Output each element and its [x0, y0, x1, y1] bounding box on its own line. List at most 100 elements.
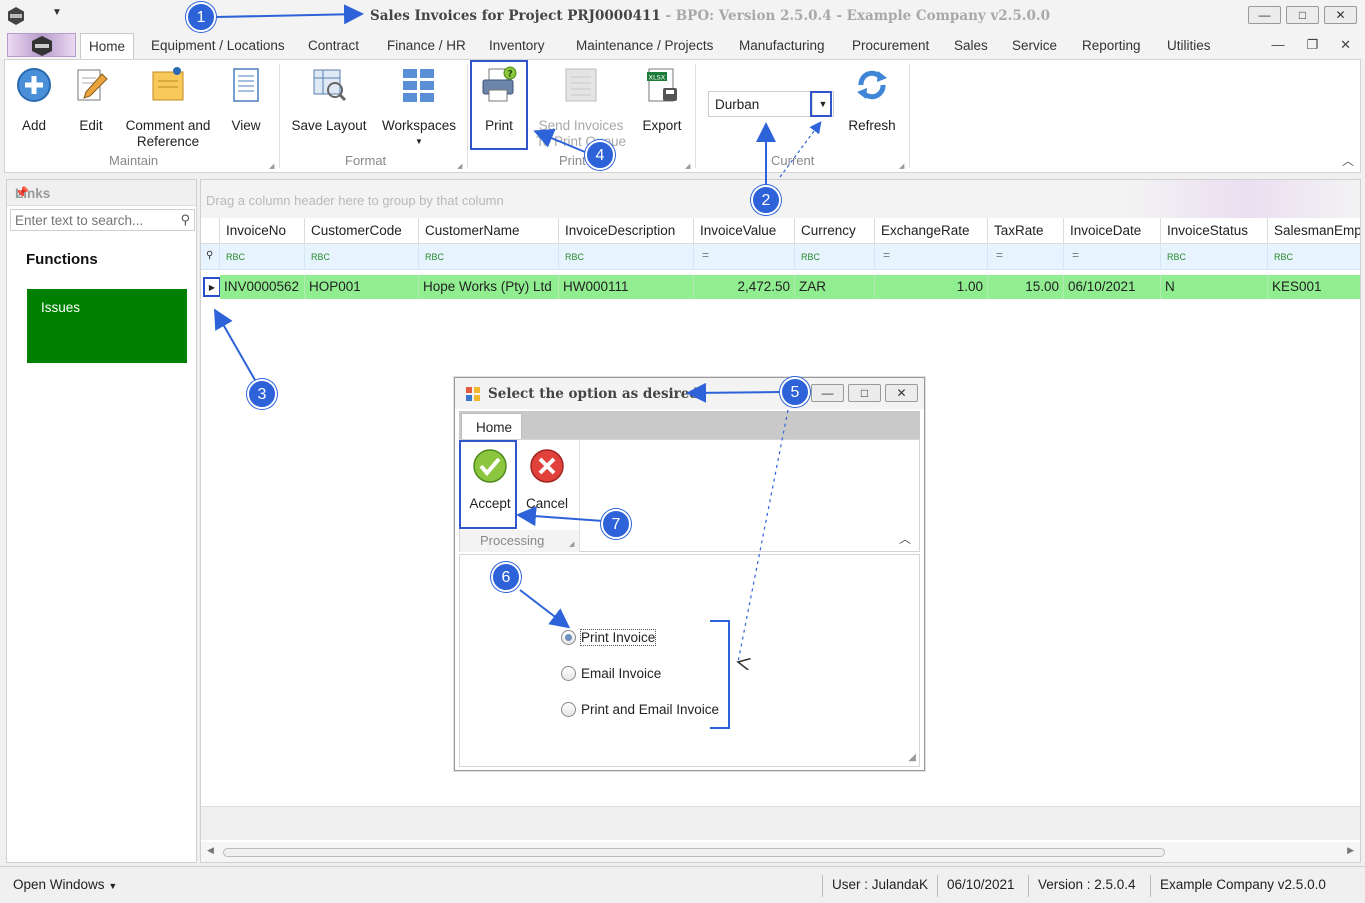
processing-launcher-icon[interactable]: ◢ — [569, 540, 574, 548]
filter-customername[interactable]: RBC — [419, 244, 559, 270]
quick-access-dropdown-icon[interactable]: ▼ — [52, 7, 62, 18]
dialog-collapse-ribbon-icon[interactable]: ︿ — [899, 530, 911, 547]
filter-invoiceno[interactable]: RBC — [220, 244, 305, 270]
issues-tile[interactable]: Issues — [27, 289, 187, 363]
mdi-restore-button[interactable]: ❐ — [1306, 37, 1318, 53]
radio-print-and-email-invoice[interactable]: Print and Email Invoice — [561, 702, 719, 717]
row-indicator-icon[interactable]: ▶ — [203, 277, 221, 297]
pin-icon[interactable]: 📌 — [15, 186, 186, 199]
cell-invoiceno[interactable]: INV0000562 — [220, 275, 305, 299]
dialog-minimize-button[interactable]: — — [811, 384, 844, 402]
radio-print-invoice-indicator[interactable] — [561, 630, 576, 645]
view-button[interactable]: View — [226, 66, 266, 134]
filter-invoicevalue[interactable]: = — [694, 244, 795, 270]
annotation-badge-6: 6 — [491, 562, 521, 592]
close-button[interactable]: ✕ — [1324, 6, 1357, 24]
resize-grip-icon[interactable]: ◢ — [908, 752, 916, 763]
filter-invoicestatus[interactable]: RBC — [1161, 244, 1268, 270]
open-windows-dropdown-icon: ▼ — [108, 881, 118, 891]
dialog-ribbon: Accept Cancel Processing ◢ ︿ — [459, 439, 920, 552]
minimize-button[interactable]: — — [1248, 6, 1281, 24]
mdi-close-button[interactable]: ✕ — [1340, 37, 1351, 53]
cell-customername[interactable]: Hope Works (Pty) Ltd — [419, 275, 559, 299]
filter-taxrate[interactable]: = — [988, 244, 1064, 270]
send-invoices-to-print-queue-button[interactable]: Send Invoices To Print Queue — [533, 66, 629, 150]
tab-utilities[interactable]: Utilities — [1167, 38, 1211, 53]
collapse-ribbon-icon[interactable]: ︿ — [1342, 152, 1354, 169]
maintain-group-launcher-icon[interactable]: ◢ — [269, 162, 274, 170]
tab-service[interactable]: Service — [1012, 38, 1057, 53]
cell-invoicedescription[interactable]: HW000111 — [559, 275, 694, 299]
column-header-salesmanemplno[interactable]: SalesmanEmplNo — [1268, 218, 1360, 244]
scrollbar-thumb[interactable] — [223, 848, 1165, 857]
group-by-panel[interactable]: Drag a column header here to group by th… — [201, 180, 1360, 218]
column-header-invoicestatus[interactable]: InvoiceStatus — [1161, 218, 1268, 244]
refresh-button[interactable]: Refresh — [843, 66, 901, 134]
column-header-exchangerate[interactable]: ExchangeRate — [875, 218, 988, 244]
print-group-launcher-icon[interactable]: ◢ — [685, 162, 690, 170]
format-group-launcher-icon[interactable]: ◢ — [457, 162, 462, 170]
workspaces-button[interactable]: Workspaces ▼ — [380, 66, 458, 150]
column-header-invoicedate[interactable]: InvoiceDate — [1064, 218, 1161, 244]
radio-print-and-email-indicator[interactable] — [561, 702, 576, 717]
add-button[interactable]: Add — [13, 66, 55, 134]
dialog-close-button[interactable]: ✕ — [885, 384, 918, 402]
cell-invoicevalue[interactable]: 2,472.50 — [694, 275, 795, 299]
tab-finance-hr[interactable]: Finance / HR — [387, 38, 466, 53]
filter-invoicedescription[interactable]: RBC — [559, 244, 694, 270]
edit-button[interactable]: Edit — [71, 66, 111, 134]
column-header-taxrate[interactable]: TaxRate — [988, 218, 1064, 244]
tab-home[interactable]: Home — [80, 33, 135, 60]
cell-taxrate[interactable]: 15.00 — [988, 275, 1064, 299]
save-layout-button[interactable]: Save Layout — [287, 66, 371, 134]
filter-currency[interactable]: RBC — [795, 244, 875, 270]
tab-reporting[interactable]: Reporting — [1082, 38, 1141, 53]
scroll-right-icon[interactable]: ▶ — [1347, 845, 1354, 856]
scroll-left-icon[interactable]: ◀ — [207, 845, 214, 856]
cell-currency[interactable]: ZAR — [795, 275, 875, 299]
column-header-currency[interactable]: Currency — [795, 218, 875, 244]
maximize-button[interactable]: □ — [1286, 6, 1319, 24]
search-icon[interactable]: ⚲ — [180, 212, 190, 228]
export-button[interactable]: XLSX Export — [637, 66, 687, 134]
tab-sales[interactable]: Sales — [954, 38, 988, 53]
cancel-button[interactable]: Cancel — [522, 448, 572, 511]
tab-contract[interactable]: Contract — [308, 38, 359, 53]
current-group-launcher-icon[interactable]: ◢ — [899, 162, 904, 170]
comment-and-reference-button[interactable]: Comment and Reference — [123, 66, 213, 150]
links-search: ⚲ — [10, 209, 195, 231]
horizontal-scrollbar[interactable]: ◀ ▶ — [201, 842, 1360, 862]
cell-invoicedate[interactable]: 06/10/2021 — [1064, 275, 1161, 299]
radio-email-invoice[interactable]: Email Invoice — [561, 666, 661, 681]
tab-equipment-locations[interactable]: Equipment / Locations — [151, 38, 285, 53]
radio-print-invoice[interactable]: Print Invoice — [561, 629, 657, 646]
current-group-label: Current — [771, 153, 815, 168]
app-logo-icon[interactable] — [6, 6, 26, 26]
tab-maintenance-projects[interactable]: Maintenance / Projects — [576, 38, 713, 53]
dialog-title-bar[interactable]: Select the option as desired — □ ✕ — [455, 378, 924, 409]
filter-invoicedate[interactable]: = — [1064, 244, 1161, 270]
cell-invoicestatus[interactable]: N — [1161, 275, 1268, 299]
filter-exchangerate[interactable]: = — [875, 244, 988, 270]
mdi-minimize-button[interactable]: — — [1271, 37, 1284, 53]
dialog-tab-home[interactable]: Home — [461, 413, 522, 439]
column-header-customername[interactable]: CustomerName — [419, 218, 559, 244]
filter-salesmanemplno[interactable]: RBC — [1268, 244, 1360, 270]
filter-customercode[interactable]: RBC — [305, 244, 419, 270]
column-header-invoiceno[interactable]: InvoiceNo — [220, 218, 305, 244]
column-header-customercode[interactable]: CustomerCode — [305, 218, 419, 244]
cell-customercode[interactable]: HOP001 — [305, 275, 419, 299]
application-menu-button[interactable] — [7, 33, 76, 57]
column-header-invoicedescription[interactable]: InvoiceDescription — [559, 218, 694, 244]
radio-email-invoice-indicator[interactable] — [561, 666, 576, 681]
column-header-invoicevalue[interactable]: InvoiceValue — [694, 218, 795, 244]
tab-manufacturing[interactable]: Manufacturing — [739, 38, 825, 53]
cell-exchangerate[interactable]: 1.00 — [875, 275, 988, 299]
dialog-maximize-button[interactable]: □ — [848, 384, 881, 402]
links-search-input[interactable] — [11, 210, 171, 230]
window-title: Sales Invoices for Project PRJ0000411 - … — [370, 8, 1050, 24]
cell-salesmanemplno[interactable]: KES001 — [1268, 275, 1360, 299]
open-windows-button[interactable]: Open Windows ▼ — [13, 877, 117, 892]
tab-procurement[interactable]: Procurement — [852, 38, 929, 53]
tab-inventory[interactable]: Inventory — [489, 38, 545, 53]
